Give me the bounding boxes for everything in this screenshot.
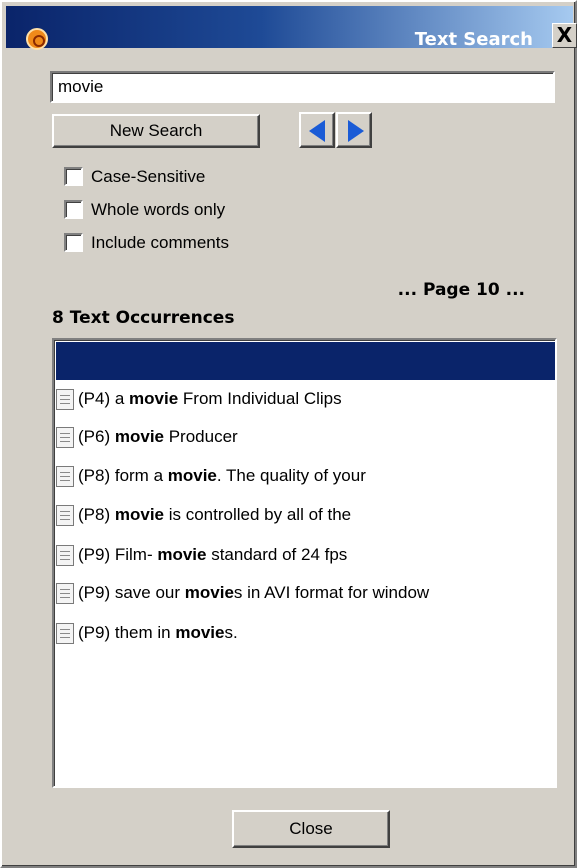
document-icon (56, 623, 74, 644)
search-input[interactable] (50, 71, 555, 103)
result-text: (P6) movie Producer (78, 427, 238, 446)
document-icon (56, 427, 74, 448)
occurrences-count-label: 8 Text Occurrences (52, 308, 235, 328)
document-icon (56, 505, 74, 526)
whole-words-checkbox[interactable] (64, 200, 83, 219)
document-icon (56, 545, 74, 566)
document-icon (56, 389, 74, 410)
text-search-dialog: Text Search X New Search Case-Sensitive … (0, 0, 577, 868)
selected-row-highlight[interactable] (56, 342, 555, 380)
result-item[interactable]: (P9) save our movies in AVI format for w… (56, 578, 556, 608)
result-text: (P4) a movie From Individual Clips (78, 389, 342, 408)
arrow-left-icon (309, 120, 325, 142)
new-search-button[interactable]: New Search (52, 114, 260, 148)
result-text: (P9) them in movies. (78, 623, 238, 642)
title-bar[interactable]: Text Search (6, 6, 573, 50)
result-text: (P8) form a movie. The quality of your (78, 466, 366, 485)
app-logo-icon (26, 28, 48, 50)
document-icon (56, 466, 74, 487)
result-text: (P9) save our movies in AVI format for w… (78, 583, 430, 602)
include-comments-checkbox[interactable] (64, 233, 83, 252)
window-title: Text Search (414, 29, 533, 50)
previous-page-button[interactable] (299, 112, 335, 148)
whole-words-label: Whole words only (91, 200, 226, 219)
case-sensitive-checkbox[interactable] (64, 167, 83, 186)
arrow-right-icon (348, 120, 364, 142)
close-window-button[interactable]: X (552, 23, 577, 48)
next-page-button[interactable] (336, 112, 372, 148)
result-text: (P8) movie is controlled by all of the (78, 505, 352, 524)
document-icon (56, 583, 74, 604)
current-page-label: ... Page 10 ... (397, 280, 525, 300)
case-sensitive-label: Case-Sensitive (91, 167, 206, 186)
include-comments-label: Include comments (91, 233, 229, 252)
result-text: (P9) Film- movie standard of 24 fps (78, 545, 348, 564)
close-button[interactable]: Close (232, 810, 390, 848)
